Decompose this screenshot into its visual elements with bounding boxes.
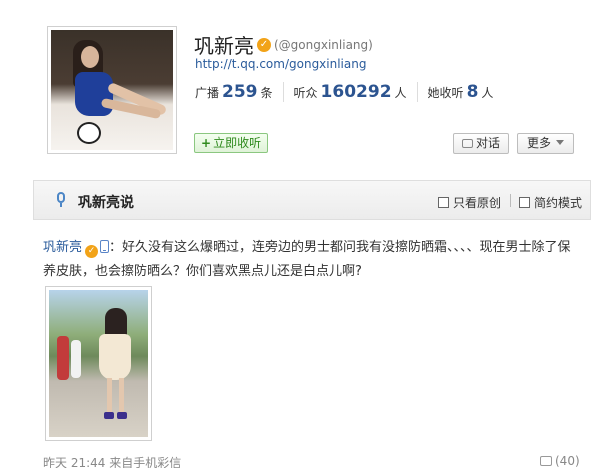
mobile-phone-icon <box>100 240 110 253</box>
profile-avatar[interactable] <box>47 26 177 154</box>
post-source: 来自手机彩信 <box>109 456 182 468</box>
verified-badge-icon: ✓ <box>85 245 99 258</box>
plus-icon: + <box>201 136 212 150</box>
chevron-down-icon <box>556 140 564 145</box>
more-button[interactable]: 更多 <box>517 133 574 154</box>
avatar-photo <box>51 30 173 150</box>
chat-bubble-icon <box>461 139 473 148</box>
timeline-title: 巩新亮说 <box>78 195 134 211</box>
microphone-icon <box>56 192 66 208</box>
checkbox-icon <box>519 197 530 208</box>
post-photo <box>49 290 148 437</box>
timeline-header-bar: 巩新亮说 只看原创 简约模式 <box>33 180 591 220</box>
simple-mode-checkbox[interactable]: 简约模式 <box>519 194 582 211</box>
checkbox-icon <box>438 197 449 208</box>
post-image[interactable] <box>45 286 152 441</box>
post-author-link[interactable]: 巩新亮 <box>43 240 82 255</box>
comment-count[interactable]: (40) <box>540 454 580 468</box>
post-body: ：好久没有这么爆晒过，连旁边的男士都问我有没擦防晒霜、、、、现在男士除了保养皮肤… <box>43 240 571 279</box>
post-text: 巩新亮 ✓ ：好久没有这么爆晒过，连旁边的男士都问我有没擦防晒霜、、、、现在男士除了… <box>43 236 583 284</box>
profile-handle: (@gongxinliang) <box>274 37 373 52</box>
talk-button[interactable]: 对话 <box>453 133 509 154</box>
post-meta: 昨天 21:44 来自手机彩信 <box>43 454 181 468</box>
profile-name: 巩新亮 <box>194 34 254 58</box>
stat-broadcasts[interactable]: 广播 259 条 <box>195 82 284 102</box>
stat-listeners-count: 160292 <box>320 82 392 102</box>
profile-header: 巩新亮 ✓ (@gongxinliang) http://t.qq.com/go… <box>0 0 603 170</box>
post-time[interactable]: 昨天 21:44 <box>43 456 105 468</box>
stat-broadcasts-count: 259 <box>222 82 258 102</box>
stat-following-count: 8 <box>466 82 479 102</box>
profile-stats: 广播 259 条 听众 160292 人 她收听 8 人 <box>195 82 513 102</box>
original-only-checkbox[interactable]: 只看原创 <box>438 194 501 211</box>
divider <box>510 194 511 207</box>
stat-listeners[interactable]: 听众 160292 人 <box>294 82 418 102</box>
profile-url-link[interactable]: http://t.qq.com/gongxinliang <box>195 57 366 71</box>
verified-badge-icon: ✓ <box>257 37 271 52</box>
comment-icon <box>540 456 552 466</box>
post-item: 巩新亮 ✓ ：好久没有这么爆晒过，连旁边的男士都问我有没擦防晒霜、、、、现在男士除了… <box>43 236 583 284</box>
follow-button[interactable]: + 立即收听 <box>194 133 269 153</box>
profile-name-row: 巩新亮 ✓ (@gongxinliang) <box>194 30 373 59</box>
stat-following[interactable]: 她收听 8 人 <box>428 82 504 102</box>
